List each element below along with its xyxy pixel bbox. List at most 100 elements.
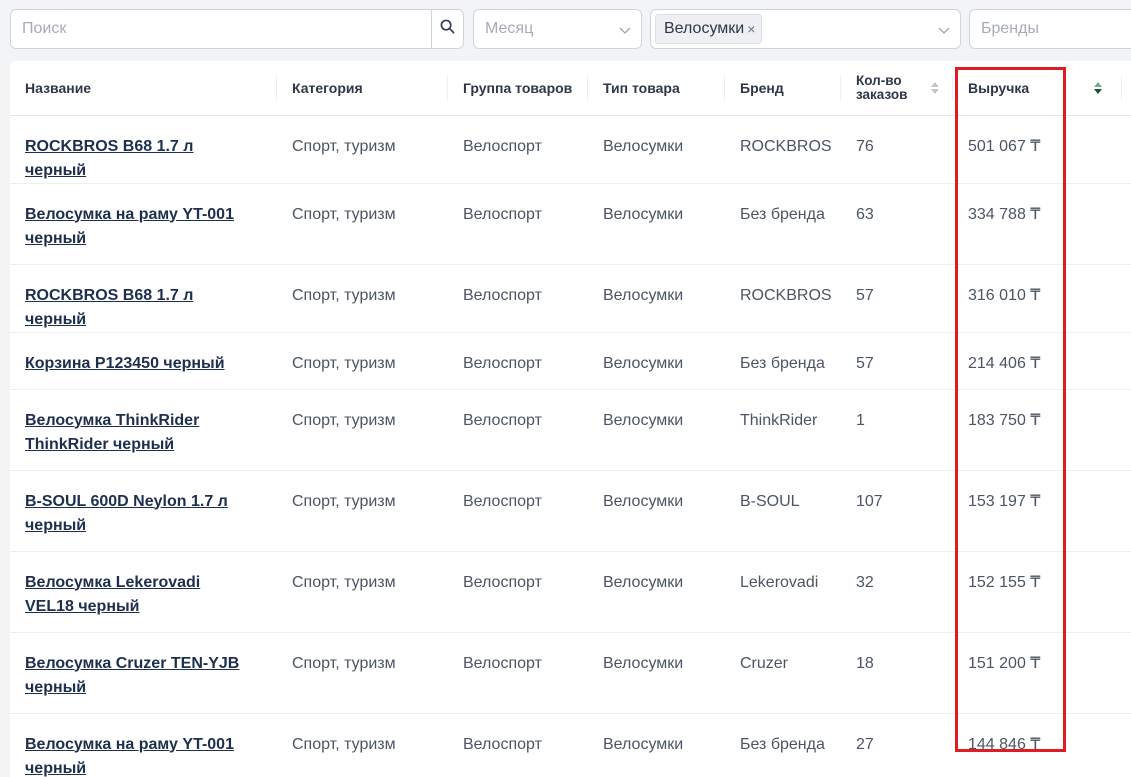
month-select[interactable] (473, 9, 642, 49)
revenue-cell: 152 155 ₸ (953, 551, 1122, 633)
brand-cell-value: Без бренда (740, 735, 825, 753)
group-cell: Велоспорт (448, 115, 588, 184)
row-pad (1122, 551, 1131, 633)
revenue-cell: 334 788 ₸ (953, 183, 1122, 265)
type-cell-value: Велосумки (603, 492, 684, 510)
type-cell-value: Велосумки (603, 654, 684, 672)
category-cell: Спорт, туризм (277, 713, 448, 777)
revenue-cell: 183 750 ₸ (953, 389, 1122, 471)
category-cell: Спорт, туризм (277, 632, 448, 714)
name-cell: B-SOUL 600D Neylon 1.7 л черный (10, 470, 277, 552)
column-header-orders[interactable]: Кол-во заказов (841, 61, 953, 116)
column-header-extra (1122, 61, 1131, 116)
type-cell-value: Велосумки (603, 573, 684, 591)
search-box (10, 9, 464, 49)
table-row: Велосумка на раму YT-001 черный Спорт, ту… (10, 713, 1131, 777)
category-cell-value: Спорт, туризм (292, 286, 396, 304)
table-row: Велосумка Lekerovadi VEL18 черный Спорт, … (10, 551, 1131, 633)
group-cell: Велоспорт (448, 332, 588, 390)
revenue-cell-value: 183 750 ₸ (968, 411, 1041, 429)
orders-cell: 107 (841, 470, 953, 552)
table-row: Велосумка ThinkRider ThinkRider черный Сп… (10, 389, 1131, 471)
column-header-name[interactable]: Название (10, 61, 277, 116)
search-input[interactable] (11, 20, 431, 38)
revenue-cell-value: 501 067 ₸ (968, 137, 1041, 155)
product-link[interactable]: Велосумка ThinkRider ThinkRider черный (25, 409, 277, 457)
column-header-brand[interactable]: Бренд (725, 61, 841, 116)
brands-input[interactable] (970, 20, 1131, 38)
revenue-header-label: Выручка (968, 79, 1030, 96)
name-cell: ROCKBROS B68 1.7 л черный (10, 264, 277, 333)
orders-cell-value: 57 (856, 354, 874, 372)
table-row: Велосумка на раму YT-001 черный Спорт, ту… (10, 183, 1131, 265)
orders-cell-value: 1 (856, 411, 865, 429)
category-cell-value: Спорт, туризм (292, 354, 396, 372)
revenue-cell: 316 010 ₸ (953, 264, 1122, 333)
brand-cell-value: ROCKBROS (740, 137, 832, 155)
product-link[interactable]: Корзина P123450 черный (25, 352, 277, 376)
orders-cell-value: 76 (856, 137, 874, 155)
group-cell-value: Велоспорт (463, 354, 542, 372)
type-cell-value: Велосумки (603, 205, 684, 223)
group-cell-value: Велоспорт (463, 654, 542, 672)
column-header-type[interactable]: Тип товара (588, 61, 725, 116)
type-cell-value: Велосумки (603, 286, 684, 304)
product-link[interactable]: Велосумка на раму YT-001 черный (25, 203, 277, 251)
row-pad (1122, 332, 1131, 390)
brand-cell-value: Без бренда (740, 354, 825, 372)
brand-cell-value: Cruzer (740, 654, 789, 672)
name-cell: Велосумка на раму YT-001 черный (10, 713, 277, 777)
product-link[interactable]: B-SOUL 600D Neylon 1.7 л черный (25, 490, 277, 538)
column-header-category[interactable]: Категория (277, 61, 448, 116)
category-cell: Спорт, туризм (277, 551, 448, 633)
category-cell-value: Спорт, туризм (292, 411, 396, 429)
group-cell: Велоспорт (448, 470, 588, 552)
product-link[interactable]: Велосумка Lekerovadi VEL18 черный (25, 571, 277, 619)
category-cell: Спорт, туризм (277, 264, 448, 333)
type-cell-value: Велосумки (603, 137, 684, 155)
brand-cell-value: Без бренда (740, 205, 825, 223)
filter-bar: Велосумки × (10, 9, 1131, 49)
search-icon (440, 19, 455, 39)
revenue-cell: 153 197 ₸ (953, 470, 1122, 552)
name-cell: ROCKBROS B68 1.7 л черный (10, 115, 277, 184)
orders-cell-value: 27 (856, 735, 874, 753)
brand-cell: Без бренда (725, 332, 841, 390)
table-row: ROCKBROS B68 1.7 л черный Спорт, туризм Ве… (10, 115, 1131, 184)
group-cell: Велоспорт (448, 389, 588, 471)
product-link[interactable]: ROCKBROS B68 1.7 л черный (25, 284, 277, 332)
product-link[interactable]: ROCKBROS B68 1.7 л черный (25, 135, 277, 183)
orders-cell: 18 (841, 632, 953, 714)
brand-cell: B-SOUL (725, 470, 841, 552)
row-pad (1122, 389, 1131, 471)
group-cell-value: Велоспорт (463, 411, 542, 429)
sort-icon[interactable] (931, 81, 939, 94)
orders-cell: 76 (841, 115, 953, 184)
type-cell: Велосумки (588, 264, 725, 333)
column-header-revenue[interactable]: Выручка (953, 61, 1122, 116)
brand-cell: Cruzer (725, 632, 841, 714)
category-tag: Велосумки × (655, 14, 763, 44)
orders-cell-value: 57 (856, 286, 874, 304)
table-header-row: Название Категория Группа товаров Тип то… (10, 61, 1131, 116)
brands-select[interactable] (969, 9, 1131, 49)
search-button[interactable] (431, 10, 463, 48)
category-tag-label: Велосумки (664, 20, 745, 37)
type-cell: Велосумки (588, 115, 725, 184)
name-cell: Велосумка на раму YT-001 черный (10, 183, 277, 265)
product-link[interactable]: Велосумка Cruzer TEN-YJB черный (25, 652, 277, 700)
brand-cell-value: ROCKBROS (740, 286, 832, 304)
tag-remove-icon[interactable]: × (747, 22, 755, 36)
category-cell: Спорт, туризм (277, 183, 448, 265)
group-cell-value: Велоспорт (463, 492, 542, 510)
column-header-group[interactable]: Группа товаров (448, 61, 588, 116)
category-cell-value: Спорт, туризм (292, 492, 396, 510)
product-link[interactable]: Велосумка на раму YT-001 черный (25, 733, 277, 777)
category-cell: Спорт, туризм (277, 115, 448, 184)
month-input[interactable] (474, 20, 641, 38)
type-cell: Велосумки (588, 332, 725, 390)
category-select[interactable]: Велосумки × (650, 9, 961, 49)
category-cell-value: Спорт, туризм (292, 205, 396, 223)
sort-icon[interactable] (1094, 81, 1102, 94)
type-cell-value: Велосумки (603, 411, 684, 429)
